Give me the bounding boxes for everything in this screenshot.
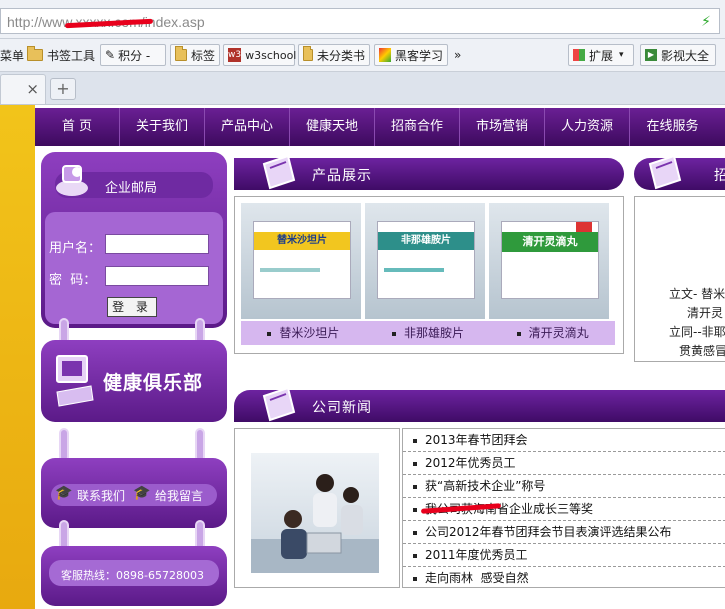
bookmark-overflow[interactable]: »: [454, 44, 461, 66]
chevron-down-icon: ▾: [619, 50, 624, 60]
extensions-icon: [573, 49, 585, 61]
nav-home[interactable]: 首 页: [35, 108, 120, 146]
club-panel[interactable]: 健康俱乐部: [41, 340, 227, 422]
folder-book-icon: [260, 382, 300, 422]
bookmark-video[interactable]: ▶ 影视大全: [640, 44, 716, 66]
news-header: 公司新闻: [234, 386, 725, 422]
product-caption[interactable]: 清开灵滴丸: [490, 321, 615, 345]
products-box: 替米沙坦片 非那雄胺片 清开灵滴丸 替米沙坦片 非那雄胺片 清开灵滴丸: [234, 196, 624, 354]
product-image[interactable]: 非那雄胺片: [365, 203, 485, 319]
recruit-line[interactable]: 立同--非耶: [669, 323, 725, 342]
product-box-label: 替米沙坦片: [254, 232, 350, 250]
folder-icon: [175, 46, 187, 61]
browser-tab[interactable]: ×: [0, 74, 46, 104]
bookmark-hacker[interactable]: 黑客学习: [374, 44, 448, 66]
video-icon: ▶: [645, 49, 657, 61]
recruit-line[interactable]: 立文- 替米: [669, 285, 725, 304]
hotline-panel: 客服热线：0898-65728003: [41, 546, 227, 606]
recruit-title: 招: [714, 168, 725, 184]
folder-book-icon: [646, 150, 686, 190]
ring-decor: [195, 428, 205, 462]
recruit-line[interactable]: 贯黄感冒: [669, 342, 725, 361]
mail-icon: [55, 162, 93, 198]
bookmark-unsorted[interactable]: 未分类书: [298, 44, 370, 66]
go-arrow-icon[interactable]: ⚡: [701, 14, 711, 30]
bookmark-tools[interactable]: 书签工具: [27, 44, 95, 66]
site-header: 首 页 关于我们 产品中心 健康天地 招商合作 市场营销 人力资源 在线服务: [35, 105, 725, 150]
product-image[interactable]: 清开灵滴丸: [489, 203, 609, 319]
news-photo-box: [234, 428, 400, 588]
mail-panel: 企业邮局 用户名： 密 码： 登 录: [41, 152, 227, 328]
nav-hr[interactable]: 人力资源: [545, 108, 630, 146]
bookmark-bar: 菜单 书签工具 ✎ 积分 - 标签 w3 w3school 未分类书 黑客学习 » …: [0, 39, 725, 72]
news-list: 2013年春节团拜会 2012年优秀员工 获“高新技术企业”称号 我公司获海南省…: [402, 428, 725, 588]
bookmark-points[interactable]: ✎ 积分 -: [100, 44, 166, 66]
recruit-line[interactable]: 清开灵: [669, 304, 725, 323]
product-box-label: 非那雄胺片: [378, 232, 474, 250]
office-photo[interactable]: [251, 453, 379, 573]
username-label: 用户名：: [49, 241, 102, 256]
nav-products[interactable]: 产品中心: [205, 108, 290, 146]
computer-icon: [53, 350, 97, 408]
recruit-box: 立文- 替米 清开灵 立同--非耶 贯黄感冒: [634, 196, 725, 362]
product-box-image: 替米沙坦片: [253, 221, 351, 299]
recruit-list: 立文- 替米 清开灵 立同--非耶 贯黄感冒: [669, 285, 725, 361]
product-box-label: 清开灵滴丸: [502, 232, 598, 252]
contact-us-link[interactable]: 联系我们: [77, 487, 125, 504]
nav-about[interactable]: 关于我们: [120, 108, 205, 146]
folder-book-icon: [260, 150, 300, 190]
recruit-header: 招: [634, 154, 725, 190]
club-title: 健康俱乐部: [103, 372, 204, 394]
folder-icon: [27, 46, 43, 61]
nav-investment[interactable]: 招商合作: [375, 108, 460, 146]
news-title: 公司新闻: [312, 400, 372, 416]
left-column: 企业邮局 用户名： 密 码： 登 录 健康俱乐部 🎓 联系我们 🎓 给我留言 客…: [35, 150, 230, 609]
login-button[interactable]: 登 录: [107, 297, 157, 317]
bookmark-w3school[interactable]: w3 w3school: [223, 44, 296, 66]
close-icon[interactable]: ×: [26, 80, 39, 98]
product-captions: 替米沙坦片 非那雄胺片 清开灵滴丸: [241, 321, 615, 345]
password-label: 密 码：: [49, 273, 97, 288]
product-caption[interactable]: 替米沙坦片: [241, 321, 366, 345]
new-tab-button[interactable]: +: [50, 78, 76, 100]
news-item[interactable]: 获“高新技术企业”称号: [403, 475, 725, 498]
bookmark-menu[interactable]: 菜单: [0, 44, 24, 66]
bookmark-tags[interactable]: 标签: [170, 44, 220, 66]
products-title: 产品展示: [312, 168, 372, 184]
nav-marketing[interactable]: 市场营销: [460, 108, 545, 146]
product-image[interactable]: 替米沙坦片: [241, 203, 361, 319]
contact-panel: 🎓 联系我们 🎓 给我留言: [41, 458, 227, 528]
url-field[interactable]: http://www.xxxxx.com/index.asp ⚡: [0, 8, 720, 34]
graduate-icon: 🎓: [55, 485, 73, 501]
nav-health[interactable]: 健康天地: [290, 108, 375, 146]
products-header: 产品展示: [234, 151, 624, 190]
username-input[interactable]: [105, 234, 209, 254]
news-item[interactable]: 走向雨林 感受自然: [403, 567, 725, 590]
password-input[interactable]: [105, 266, 209, 286]
hotline-text: 客服热线：0898-65728003: [61, 569, 204, 582]
ring-decor: [59, 428, 69, 462]
tab-bar: × +: [0, 72, 725, 105]
product-box-image: 非那雄胺片: [377, 221, 475, 299]
product-caption[interactable]: 非那雄胺片: [366, 321, 491, 345]
mail-title: 企业邮局: [105, 181, 158, 196]
hacker-icon: [379, 48, 391, 62]
left-decor-strip: [0, 105, 35, 609]
news-item[interactable]: 2013年春节团拜会: [403, 429, 725, 452]
folder-icon: [303, 46, 313, 61]
graduate-icon: 🎓: [133, 485, 151, 501]
nav-online-service[interactable]: 在线服务: [630, 108, 715, 146]
news-item[interactable]: 2011年度优秀员工: [403, 544, 725, 567]
news-item[interactable]: 我公司获海南省企业成长三等奖: [403, 498, 725, 521]
news-item[interactable]: 公司2012年春节团拜会节目表演评选结果公布: [403, 521, 725, 544]
leave-message-link[interactable]: 给我留言: [155, 487, 203, 504]
product-box-image: 清开灵滴丸: [501, 221, 599, 299]
points-icon: ✎: [105, 48, 116, 62]
main-nav: 首 页 关于我们 产品中心 健康天地 招商合作 市场营销 人力资源 在线服务: [35, 108, 725, 146]
extensions-button[interactable]: 扩展 ▾: [568, 44, 634, 66]
news-item[interactable]: 2012年优秀员工: [403, 452, 725, 475]
browser-address-bar: http://www.xxxxx.com/index.asp ⚡: [0, 0, 725, 39]
w3school-icon: w3: [228, 48, 242, 62]
